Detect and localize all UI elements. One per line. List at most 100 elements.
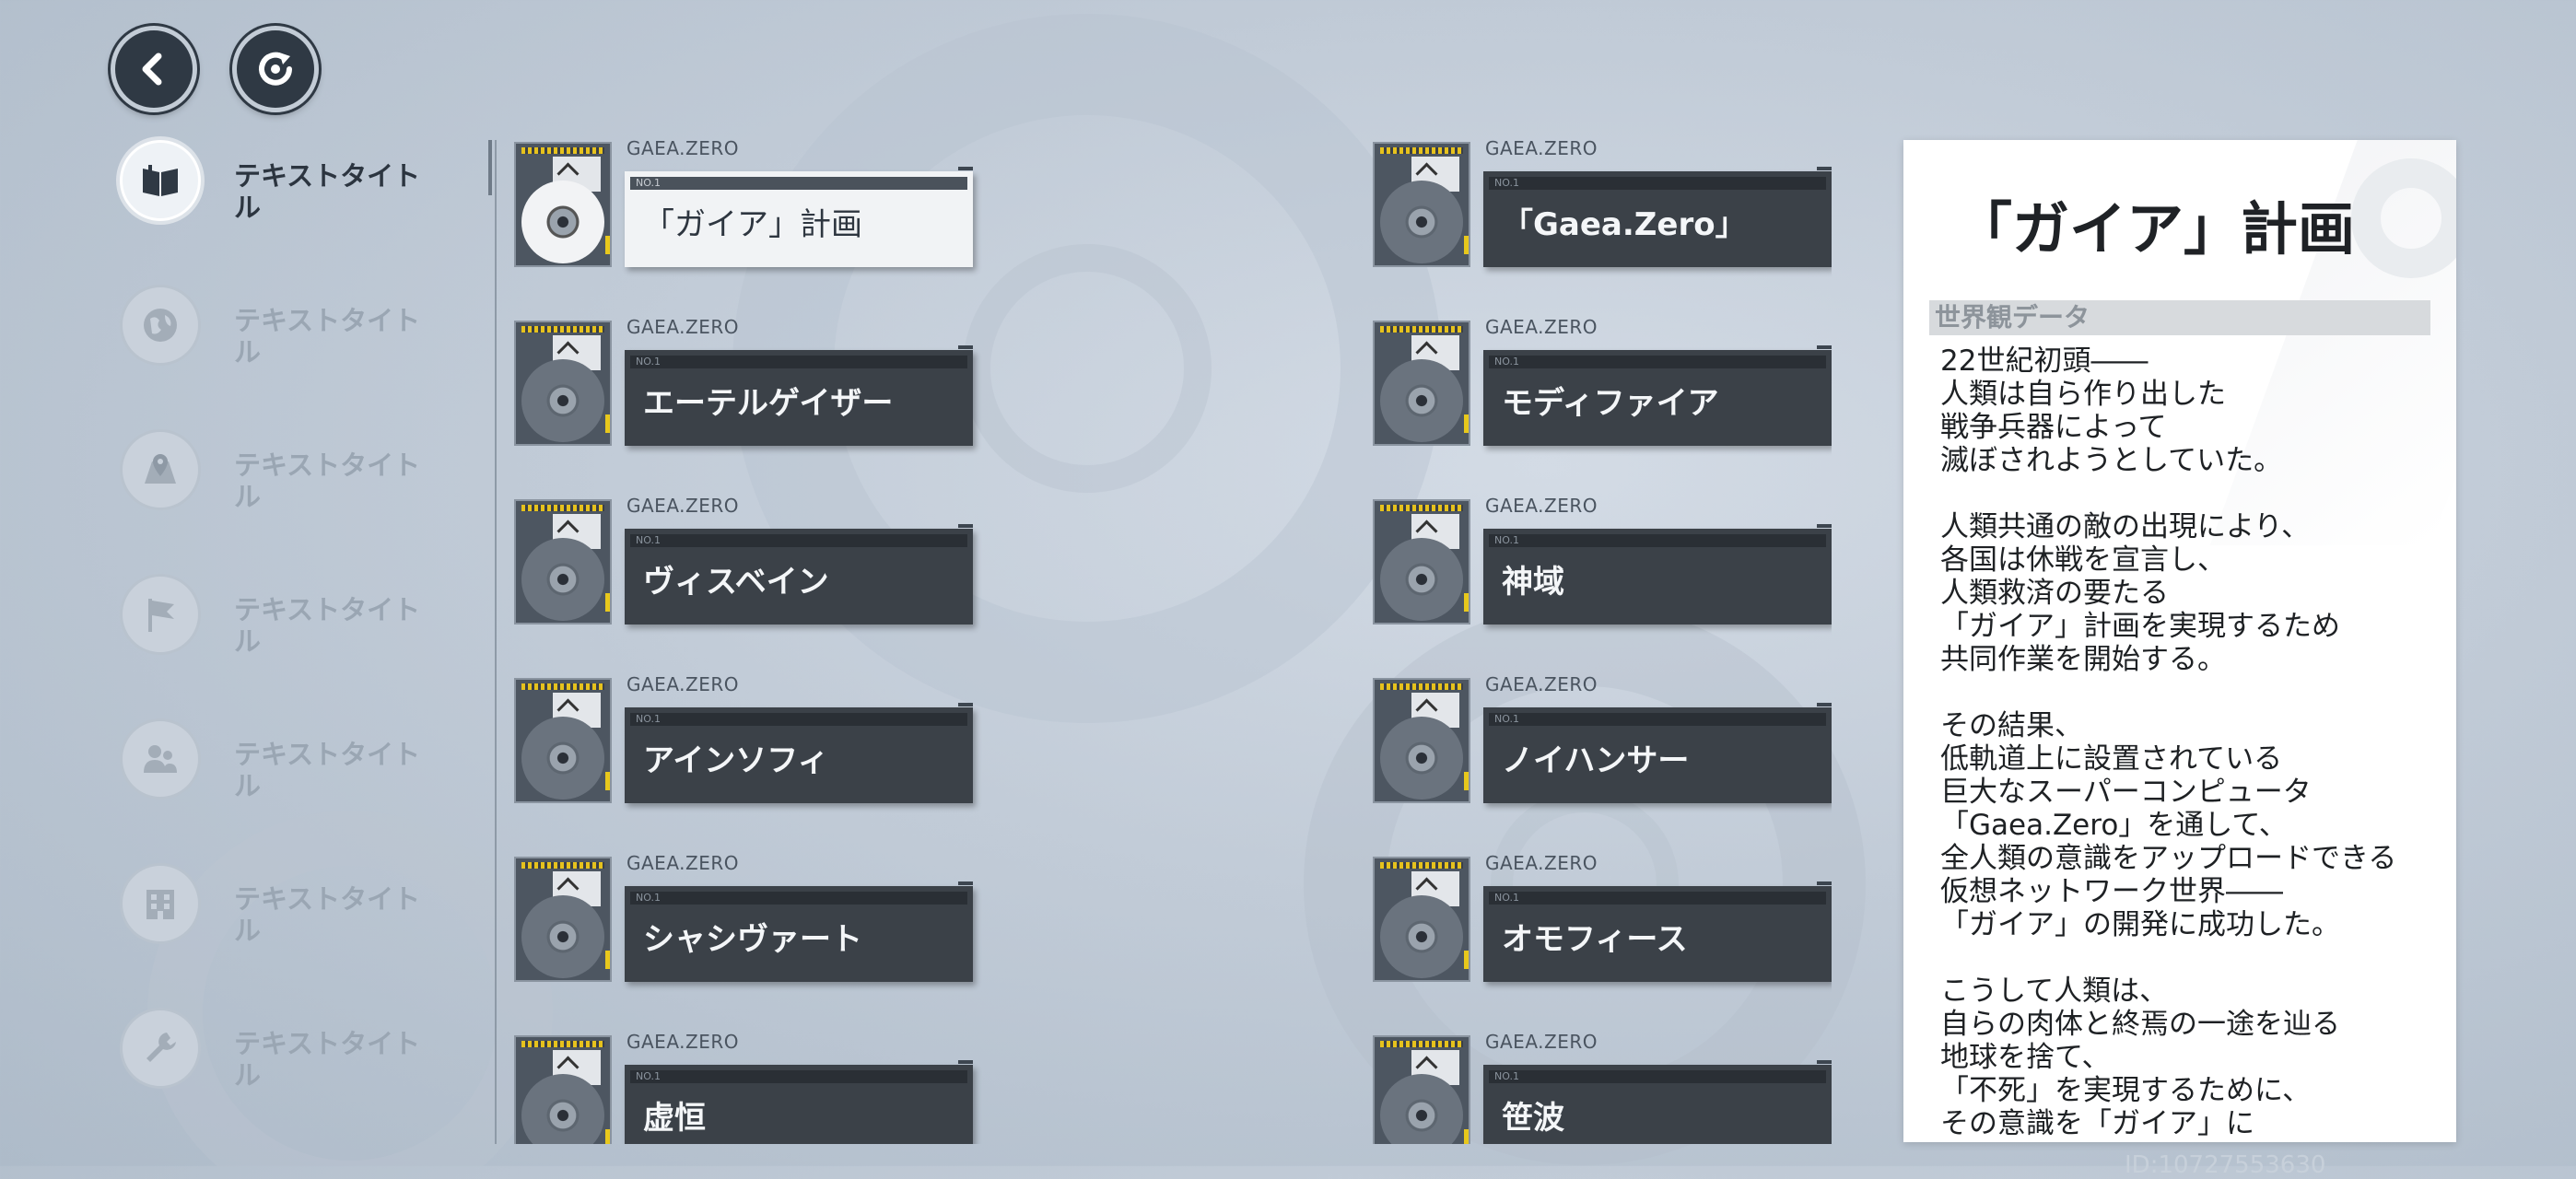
document-card[interactable]: GAEA.ZERO NO.1 シャシヴァート <box>514 852 975 986</box>
disc-case-icon <box>514 499 612 625</box>
card-number: NO.1 <box>1489 713 1826 726</box>
card-title: 神域 <box>1502 564 1564 601</box>
document-card[interactable]: GAEA.ZERO NO.1 アインソフィ <box>514 673 975 807</box>
case-tab <box>1464 1129 1469 1144</box>
book-icon <box>120 140 201 221</box>
sidebar-item-facilities[interactable]: テキストタイトル <box>120 863 433 1008</box>
card-panel: NO.1 「ガイア」計画 <box>625 171 973 267</box>
sidebar-item-factions[interactable]: テキストタイトル <box>120 574 433 718</box>
card-number: NO.1 <box>630 713 967 726</box>
case-tab <box>605 236 610 254</box>
card-panel: NO.1 笹波 <box>1483 1065 1832 1144</box>
disc-case-icon <box>514 321 612 446</box>
sidebar-item-technology[interactable]: テキストタイトル <box>120 1008 433 1152</box>
disc-icon <box>521 895 604 978</box>
card-number: NO.1 <box>1489 356 1826 368</box>
card-dash <box>958 881 973 885</box>
sidebar-item-places[interactable]: テキストタイトル <box>120 429 433 574</box>
document-card[interactable]: GAEA.ZERO NO.1 「Gaea.Zero」 <box>1373 138 1832 271</box>
sidebar-item-characters[interactable]: テキストタイトル <box>120 718 433 863</box>
document-card[interactable]: GAEA.ZERO NO.1 エーテルゲイザー <box>514 316 975 449</box>
flag-icon <box>120 574 201 655</box>
card-title: ヴィスベイン <box>643 564 829 601</box>
card-panel: NO.1 神域 <box>1483 529 1832 625</box>
case-tab <box>605 772 610 790</box>
hazard-stripe <box>1380 505 1463 511</box>
document-card[interactable]: GAEA.ZERO NO.1 「ガイア」計画 <box>514 138 975 271</box>
card-dash <box>1817 167 1832 170</box>
hazard-stripe <box>521 862 604 869</box>
disc-icon <box>1380 895 1463 978</box>
card-title: 「Gaea.Zero」 <box>1502 206 1747 243</box>
card-number: NO.1 <box>630 1070 967 1083</box>
card-dash <box>958 1060 973 1064</box>
card-panel: NO.1 「Gaea.Zero」 <box>1483 171 1832 267</box>
scroll-indicator[interactable] <box>488 140 492 195</box>
card-number: NO.1 <box>630 177 967 190</box>
card-panel: NO.1 虚恒 <box>625 1065 973 1144</box>
disc-case-icon <box>1373 857 1470 982</box>
case-tab <box>1464 414 1469 433</box>
disc-case-icon <box>1373 678 1470 803</box>
user-id-label: ID:10727553630 <box>2125 1151 2326 1179</box>
card-brand: GAEA.ZERO <box>1485 138 1598 159</box>
card-panel: NO.1 エーテルゲイザー <box>625 350 973 446</box>
document-card[interactable]: GAEA.ZERO NO.1 笹波 <box>1373 1031 1832 1144</box>
sidebar-item-label: テキストタイトル <box>234 594 421 657</box>
case-tab <box>1464 951 1469 969</box>
globe-icon <box>120 285 201 366</box>
disc-icon <box>1380 181 1463 263</box>
card-title: モディファイア <box>1502 385 1719 422</box>
card-brand: GAEA.ZERO <box>626 1031 739 1053</box>
hazard-stripe <box>1380 862 1463 869</box>
sidebar-item-label: テキストタイトル <box>234 739 421 801</box>
card-title: ノイハンサー <box>1502 742 1690 779</box>
refresh-icon <box>259 52 292 86</box>
document-card[interactable]: GAEA.ZERO NO.1 ノイハンサー <box>1373 673 1832 807</box>
hazard-stripe <box>521 505 604 511</box>
document-card[interactable]: GAEA.ZERO NO.1 ヴィスベイン <box>514 495 975 628</box>
card-dash <box>1817 881 1832 885</box>
card-title: エーテルゲイザー <box>643 385 894 422</box>
card-number: NO.1 <box>1489 1070 1826 1083</box>
card-dash <box>1817 703 1832 706</box>
document-card[interactable]: GAEA.ZERO NO.1 虚恒 <box>514 1031 975 1144</box>
card-brand: GAEA.ZERO <box>626 852 739 874</box>
sidebar-item-world[interactable]: テキストタイトル <box>120 285 433 429</box>
card-dash <box>958 167 973 170</box>
sidebar-item-label: テキストタイトル <box>234 883 421 946</box>
card-number: NO.1 <box>630 534 967 547</box>
case-tab <box>1464 236 1469 254</box>
disc-icon <box>521 359 604 442</box>
sidebar-item-story[interactable]: テキストタイトル <box>120 140 433 285</box>
card-panel: NO.1 モディファイア <box>1483 350 1832 446</box>
card-title: 笹波 <box>1502 1100 1564 1137</box>
case-tab <box>1464 772 1469 790</box>
back-button[interactable] <box>111 26 197 112</box>
sidebar-item-label: テキストタイトル <box>234 449 421 512</box>
card-panel: NO.1 ノイハンサー <box>1483 707 1832 803</box>
hazard-stripe <box>521 1041 604 1047</box>
hazard-stripe <box>521 683 604 690</box>
card-dash <box>958 703 973 706</box>
document-card[interactable]: GAEA.ZERO NO.1 オモフィース <box>1373 852 1832 986</box>
sidebar-divider <box>495 140 497 1144</box>
card-panel: NO.1 アインソフィ <box>625 707 973 803</box>
case-tab <box>605 1129 610 1144</box>
document-card[interactable]: GAEA.ZERO NO.1 神域 <box>1373 495 1832 628</box>
detail-title: 「ガイア」計画 <box>1955 195 2356 263</box>
hazard-stripe <box>521 326 604 333</box>
detail-body-text[interactable]: 22世紀初頭―― 人類は自ら作り出した 戦争兵器によって 滅ぼされようとしていた… <box>1940 344 2438 1140</box>
disc-case-icon <box>514 678 612 803</box>
disc-icon <box>521 181 604 263</box>
hazard-stripe <box>1380 683 1463 690</box>
disc-icon <box>521 717 604 800</box>
card-panel: NO.1 シャシヴァート <box>625 886 973 982</box>
refresh-button[interactable] <box>232 26 319 112</box>
document-card[interactable]: GAEA.ZERO NO.1 モディファイア <box>1373 316 1832 449</box>
card-panel: NO.1 ヴィスベイン <box>625 529 973 625</box>
detail-panel: 「ガイア」計画 世界観データ 22世紀初頭―― 人類は自ら作り出した 戦争兵器に… <box>1903 140 2456 1142</box>
card-dash <box>1817 345 1832 349</box>
document-grid: GAEA.ZERO NO.1 「ガイア」計画 GAEA.ZERO NO.1 「Gaea.Z… <box>514 138 1832 1144</box>
card-dash <box>958 524 973 528</box>
